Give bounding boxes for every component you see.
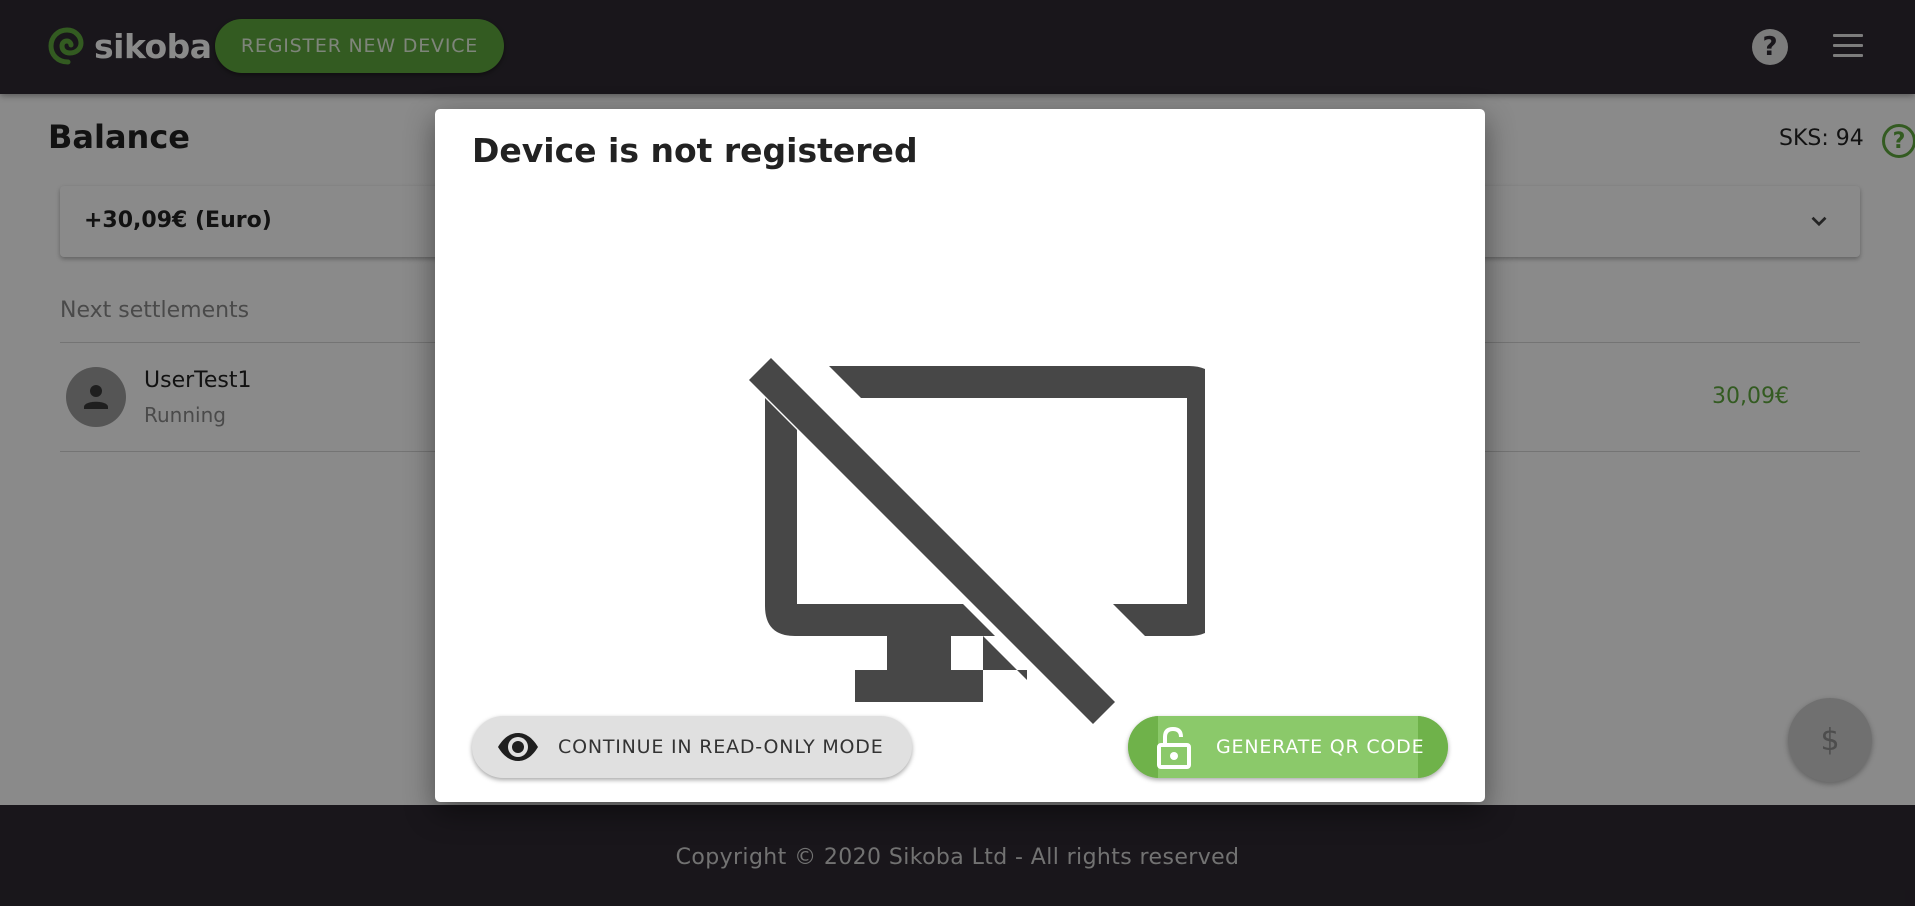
generate-qr-code-button[interactable]: GENERATE QR CODE bbox=[1128, 716, 1448, 778]
dialog-title: Device is not registered bbox=[472, 131, 918, 170]
generate-qr-label: GENERATE QR CODE bbox=[1216, 736, 1425, 758]
monitor-off-icon bbox=[749, 358, 1205, 724]
lock-open-icon bbox=[1157, 726, 1191, 769]
continue-read-only-button[interactable]: CONTINUE IN READ-ONLY MODE bbox=[472, 716, 912, 778]
device-not-registered-dialog: Device is not registered CONTINUE IN REA… bbox=[435, 109, 1485, 802]
read-only-label: CONTINUE IN READ-ONLY MODE bbox=[558, 736, 884, 758]
eye-icon bbox=[498, 733, 538, 761]
